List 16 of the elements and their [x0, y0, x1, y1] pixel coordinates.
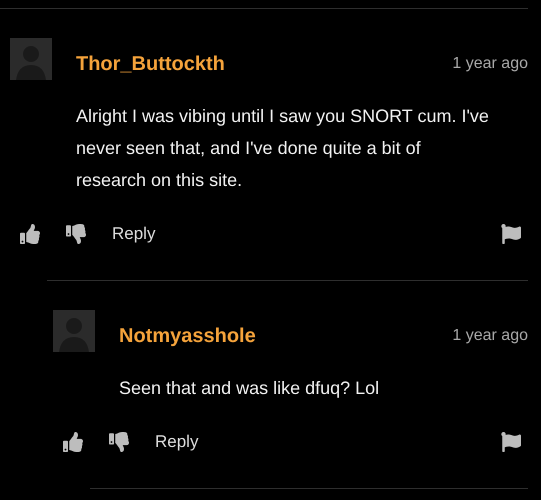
thumbs-down-icon[interactable] — [109, 432, 129, 452]
avatar-icon — [10, 38, 52, 80]
comment-text: Alright I was vibing until I saw you SNORT cum. I've never seen that, and I've done quite a bit of research on this site. — [76, 105, 490, 192]
thumbs-down-icon[interactable] — [66, 224, 86, 244]
thumbs-up-icon[interactable] — [63, 432, 83, 452]
reply-button[interactable]: Reply — [112, 224, 501, 244]
flag-icon[interactable] — [501, 432, 521, 452]
reply-button[interactable]: Reply — [155, 432, 501, 452]
flag-icon[interactable] — [501, 224, 521, 244]
timestamp: 1 year ago — [452, 327, 528, 345]
thumbs-up-icon[interactable] — [20, 224, 40, 244]
avatar-icon — [53, 310, 95, 352]
comment-text: Seen that and was like dfuq? Lol — [119, 377, 380, 400]
username[interactable]: Thor_Buttockth — [76, 53, 452, 76]
timestamp: 1 year ago — [452, 55, 528, 73]
username[interactable]: Notmyasshole — [119, 325, 452, 348]
